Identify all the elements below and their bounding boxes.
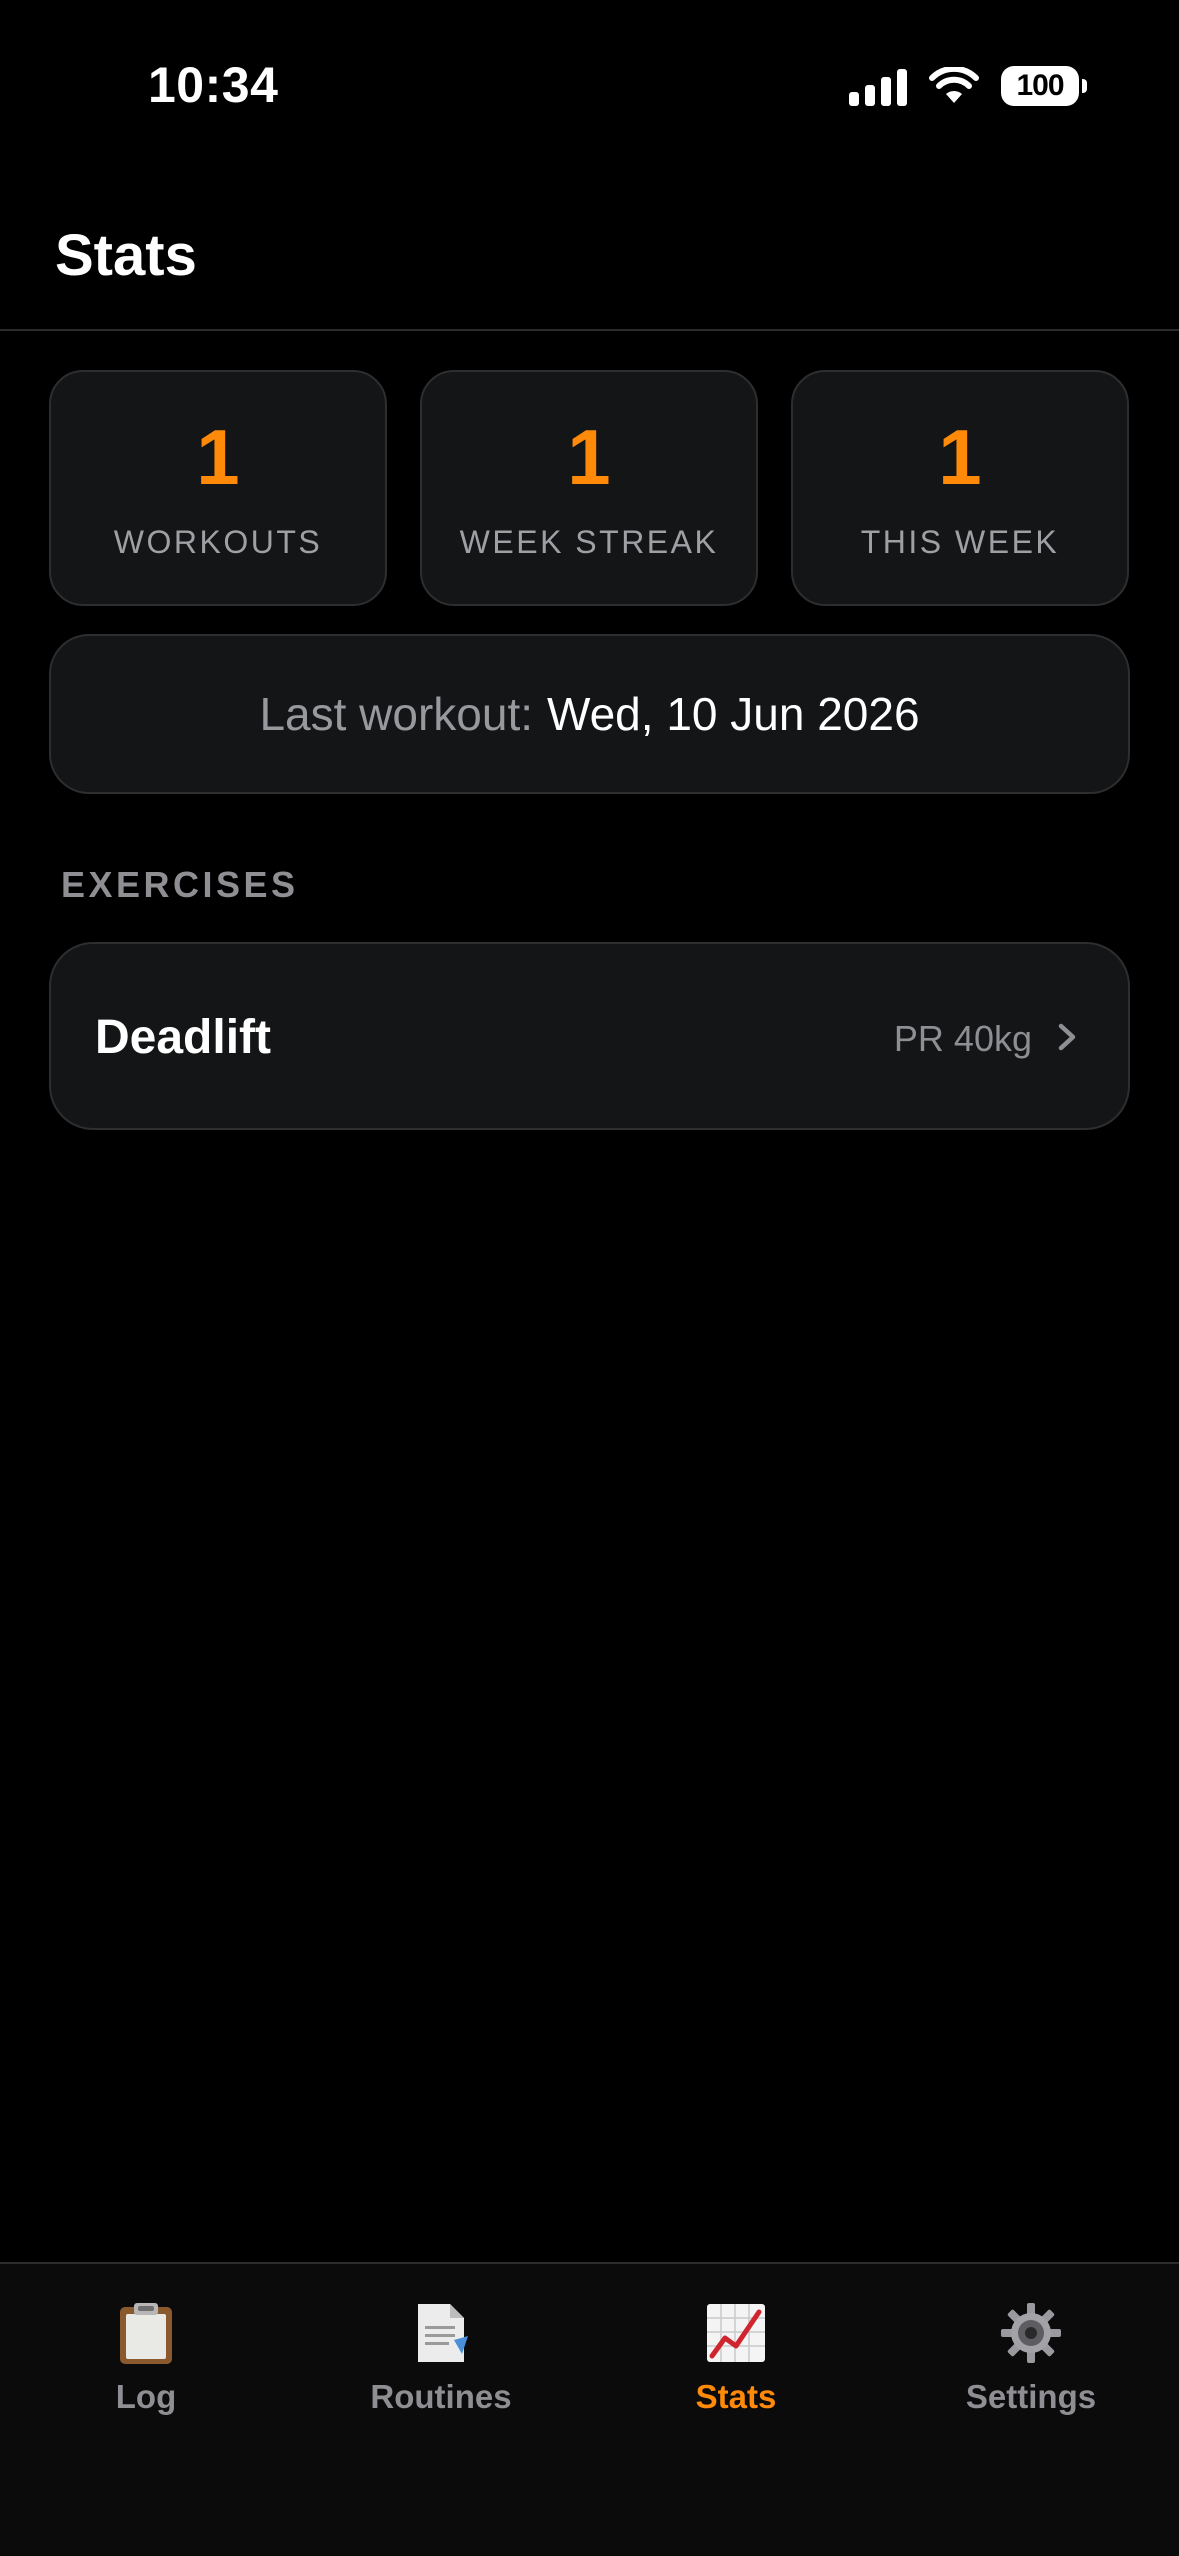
last-workout-card: Last workout: Wed, 10 Jun 2026 xyxy=(49,634,1130,794)
stat-card-week-streak: 1 WEEK STREAK xyxy=(420,370,758,606)
chart-increasing-icon xyxy=(707,2304,765,2362)
clipboard-icon xyxy=(120,2303,172,2364)
tab-label: Stats xyxy=(695,2378,777,2415)
exercise-pr: PR 40kg xyxy=(893,1018,1032,1059)
exercises-section-header: EXERCISES xyxy=(61,864,299,905)
stat-value: 1 xyxy=(196,413,240,501)
exercise-row-deadlift[interactable]: Deadlift PR 40kg xyxy=(49,942,1130,1130)
tab-label: Log xyxy=(115,2378,177,2415)
tab-routines[interactable]: Routines xyxy=(321,2300,561,2430)
stat-card-this-week: 1 THIS WEEK xyxy=(791,370,1129,606)
status-icons: 100 xyxy=(849,62,1087,110)
tab-settings[interactable]: Settings xyxy=(911,2300,1151,2430)
battery-level: 100 xyxy=(1016,69,1064,102)
cellular-signal-icon xyxy=(849,66,907,106)
last-workout-date: Wed, 10 Jun 2026 xyxy=(547,688,920,740)
stat-value: 1 xyxy=(938,413,982,501)
stat-label: WEEK STREAK xyxy=(459,524,719,560)
header-divider xyxy=(0,329,1179,331)
gear-icon xyxy=(1001,2303,1061,2363)
tab-label: Routines xyxy=(370,2378,512,2415)
status-time: 10:34 xyxy=(148,57,279,113)
battery-icon: 100 xyxy=(1001,66,1087,106)
stat-card-workouts: 1 WORKOUTS xyxy=(49,370,387,606)
wifi-icon xyxy=(929,67,979,103)
document-icon xyxy=(418,2304,468,2362)
tab-log[interactable]: Log xyxy=(26,2300,266,2430)
page-title: Stats xyxy=(55,223,197,288)
last-workout-label: Last workout: xyxy=(259,688,534,740)
stat-label: THIS WEEK xyxy=(860,524,1060,560)
stat-value: 1 xyxy=(567,413,611,501)
exercise-name: Deadlift xyxy=(95,1011,272,1064)
tab-bar: Log Routines Stats Settings xyxy=(0,2262,1179,2556)
chevron-right-icon xyxy=(1058,1023,1076,1051)
stat-label: WORKOUTS xyxy=(113,524,323,560)
tab-label: Settings xyxy=(965,2378,1097,2415)
tab-stats[interactable]: Stats xyxy=(616,2300,856,2430)
status-bar: 10:34 100 xyxy=(0,0,1179,170)
